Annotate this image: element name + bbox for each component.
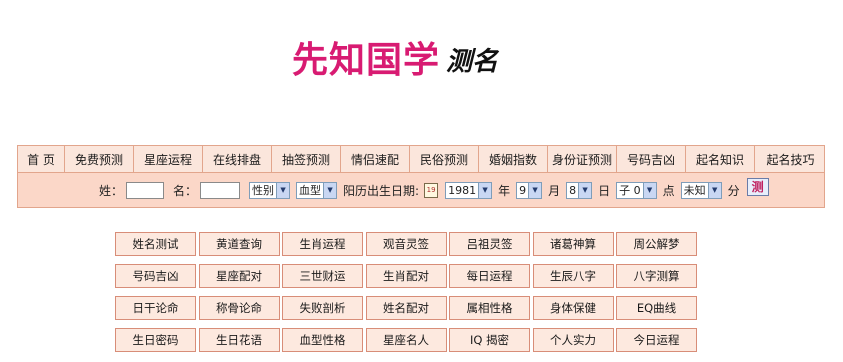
hour-select-value: 子 0 <box>619 184 641 197</box>
main-nav: 首 页免费预测 星座运程 在线排盘 抽签预测 情侣速配 民俗预测 婚姻指数 身份证预测 号码吉凶… <box>17 145 825 173</box>
gender-select[interactable]: 性别 ▼ <box>249 181 291 199</box>
submit-test-button[interactable]: 测 <box>746 178 769 196</box>
service-button[interactable]: 生肖配对 <box>365 264 447 288</box>
chevron-down-icon: ▼ <box>528 182 542 198</box>
chevron-down-icon: ▼ <box>478 182 492 198</box>
given-name-input[interactable] <box>200 181 241 199</box>
service-button[interactable]: EQ曲线 <box>616 296 697 320</box>
service-button[interactable]: 日干论命 <box>115 296 196 320</box>
name-test-form: 姓： 名： 性别 ▼ 血型 ▼ 阳历出生日期: 19 1981 ▼ 年 9 ▼ 月 8 ▼… <box>17 173 825 208</box>
year-select[interactable]: 1981 ▼ <box>445 181 493 199</box>
nav-item[interactable]: 情侣速配 <box>341 146 410 172</box>
chevron-down-icon: ▼ <box>578 182 592 198</box>
calendar-icon[interactable]: 19 <box>424 182 439 198</box>
service-button[interactable]: 称骨论命 <box>198 296 280 320</box>
service-button[interactable]: 吕祖灵签 <box>449 232 530 256</box>
year-select-value: 1981 <box>448 183 477 197</box>
blood-type-select[interactable]: 血型 ▼ <box>296 181 338 199</box>
service-button[interactable]: 周公解梦 <box>616 232 697 256</box>
blood-type-select-value: 血型 <box>299 184 322 197</box>
service-button[interactable]: 黄道查询 <box>198 232 280 256</box>
nav-item[interactable]: 号码吉凶 <box>617 146 686 172</box>
given-name-label: 名： <box>173 183 198 198</box>
month-select-value: 9 <box>519 183 527 197</box>
gender-select-value: 性别 <box>252 184 275 197</box>
hour-select[interactable]: 子 0 ▼ <box>616 181 657 199</box>
service-button[interactable]: 诸葛神算 <box>532 232 614 256</box>
nav-item[interactable]: 星座运程 <box>134 146 203 172</box>
service-button[interactable]: 号码吉凶 <box>115 264 196 288</box>
site-logo[interactable]: 先知国学 测名 <box>292 32 498 82</box>
nav-item[interactable]: 婚姻指数 <box>479 146 548 172</box>
nav-item[interactable]: 抽签预测 <box>272 146 341 172</box>
service-button[interactable]: 三世财运 <box>282 264 363 288</box>
nav-item[interactable]: 起名技巧 <box>755 146 826 172</box>
service-button[interactable]: IQ 揭密 <box>449 328 530 352</box>
service-button[interactable]: 姓名配对 <box>365 296 447 320</box>
chevron-down-icon: ▼ <box>707 182 721 198</box>
service-button[interactable]: 八字测算 <box>616 264 697 288</box>
service-button[interactable]: 生肖运程 <box>282 232 363 256</box>
service-button[interactable]: 生日花语 <box>198 328 280 352</box>
service-button[interactable]: 星座名人 <box>365 328 447 352</box>
service-button[interactable]: 姓名测试 <box>115 232 196 256</box>
day-select-value: 8 <box>569 183 577 197</box>
service-button[interactable]: 星座配对 <box>198 264 280 288</box>
day-unit: 日 <box>598 183 611 198</box>
surname-label: 姓： <box>99 183 124 198</box>
hour-unit: 点 <box>662 183 675 198</box>
chevron-down-icon: ▼ <box>323 182 337 198</box>
service-button[interactable]: 每日运程 <box>449 264 530 288</box>
service-button[interactable]: 生辰八字 <box>532 264 614 288</box>
service-button[interactable]: 身体保健 <box>532 296 614 320</box>
service-button[interactable]: 生日密码 <box>115 328 196 352</box>
day-select[interactable]: 8 ▼ <box>566 181 593 199</box>
chevron-down-icon: ▼ <box>642 182 656 198</box>
month-unit: 月 <box>548 183 561 198</box>
nav-item[interactable]: 身份证预测 <box>548 146 617 172</box>
logo-sub-text: 测名 <box>446 47 499 77</box>
nav-item[interactable]: 在线排盘 <box>203 146 272 172</box>
service-button[interactable]: 个人实力 <box>532 328 614 352</box>
minute-unit: 分 <box>727 183 740 198</box>
service-button[interactable]: 失败剖析 <box>282 296 363 320</box>
nav-item[interactable]: 民俗预测 <box>410 146 479 172</box>
minute-select-value: 未知 <box>683 184 706 197</box>
minute-select[interactable]: 未知 ▼ <box>680 181 722 199</box>
service-button[interactable]: 血型性格 <box>282 328 363 352</box>
surname-input[interactable] <box>126 181 165 199</box>
service-button[interactable]: 今日运程 <box>616 328 697 352</box>
nav-item[interactable]: 起名知识 <box>686 146 755 172</box>
chevron-down-icon: ▼ <box>276 182 290 198</box>
month-select[interactable]: 9 ▼ <box>516 181 543 199</box>
birth-date-label: 阳历出生日期: <box>343 183 420 198</box>
nav-item[interactable]: 免费预测 <box>65 146 134 172</box>
nav-item[interactable]: 首 页 <box>18 146 65 172</box>
year-unit: 年 <box>498 183 511 198</box>
service-button[interactable]: 属相性格 <box>449 296 530 320</box>
service-button[interactable]: 观音灵签 <box>365 232 447 256</box>
logo-main-text: 先知国学 <box>292 39 441 81</box>
